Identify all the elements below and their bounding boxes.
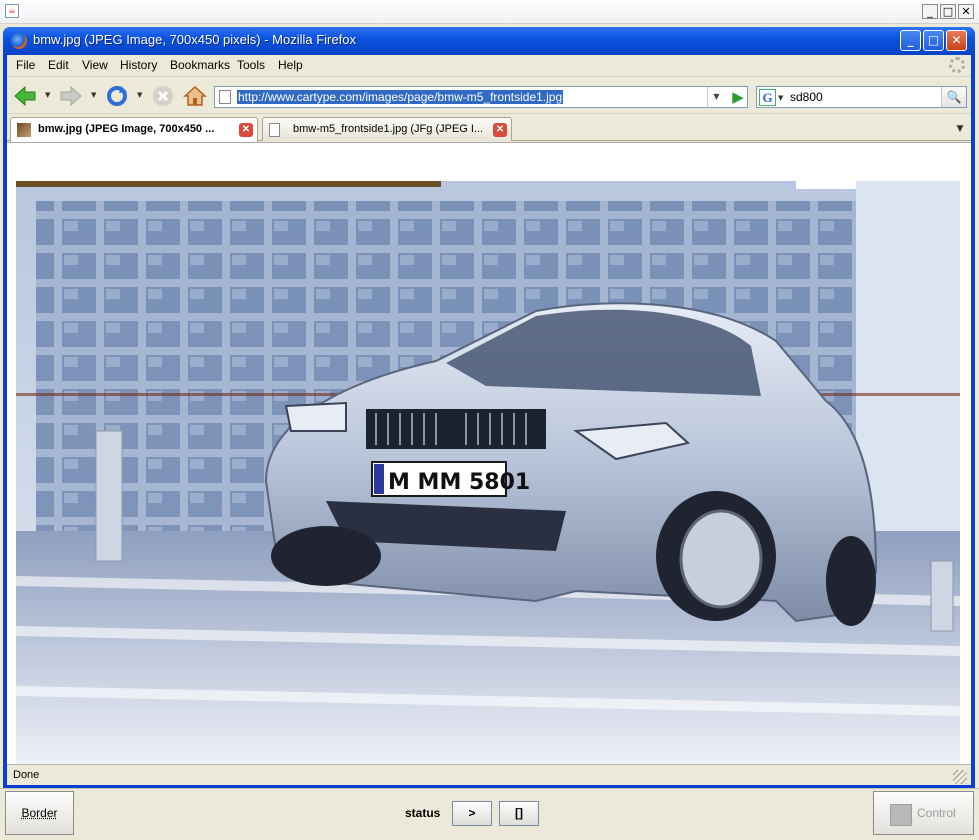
page-icon xyxy=(269,123,280,137)
url-bar[interactable]: http://www.cartype.com/images/page/bmw-m… xyxy=(214,86,748,108)
search-input[interactable]: sd800 xyxy=(790,90,823,104)
throbber-icon xyxy=(949,57,965,73)
border-button[interactable]: Border xyxy=(5,791,74,835)
status-text: Done xyxy=(13,769,40,781)
back-arrow-icon[interactable] xyxy=(13,84,37,108)
page-icon xyxy=(219,90,231,104)
go-arrow-icon[interactable]: ▶ xyxy=(729,89,747,105)
forward-arrow-icon[interactable] xyxy=(59,84,83,108)
page-content: M MM 5801 xyxy=(7,142,971,781)
maximize-button[interactable]: □ xyxy=(923,30,944,51)
menu-help[interactable]: Help xyxy=(278,58,303,72)
outer-window-titlebar: ☕ _ □ ✕ xyxy=(0,0,979,24)
home-icon[interactable] xyxy=(183,84,207,108)
minimize-button[interactable]: _ xyxy=(900,30,921,51)
search-magnifier-icon[interactable]: 🔍 xyxy=(941,87,966,107)
menu-edit[interactable]: Edit xyxy=(48,58,69,72)
window-title: bmw.jpg (JPEG Image, 700x450 pixels) - M… xyxy=(33,32,356,47)
border-button-label: Border xyxy=(21,806,58,820)
navigation-toolbar: ▼ ▼ ▼ http://www.cartype.com/images/page… xyxy=(7,78,971,114)
brackets-button[interactable]: [] xyxy=(499,801,539,826)
resize-grip-icon[interactable] xyxy=(953,770,967,784)
search-engine-dropdown-icon[interactable]: ▼ xyxy=(778,94,783,102)
close-button[interactable]: ✕ xyxy=(946,30,967,51)
outer-minimize-button[interactable]: _ xyxy=(922,4,938,19)
forward-history-dropdown-icon[interactable]: ▼ xyxy=(91,92,98,99)
tab-close-icon[interactable]: ✕ xyxy=(493,123,507,137)
tab-bmw-m5-frontside[interactable]: bmw-m5_frontside1.jpg (JFg (JPEG I... ✕ xyxy=(262,117,512,141)
menu-bar: File Edit View History Bookmarks Tools H… xyxy=(7,55,971,77)
java-icon: ☕ xyxy=(5,4,19,18)
tab-label: bmw-m5_frontside1.jpg (JFg (JPEG I... xyxy=(293,123,484,135)
image-thumbnail-icon xyxy=(17,123,31,137)
car-image: M MM 5801 xyxy=(16,181,960,781)
url-text[interactable]: http://www.cartype.com/images/page/bmw-m… xyxy=(237,90,564,104)
status-bar: Done xyxy=(7,764,971,785)
license-plate: M MM 5801 xyxy=(388,470,530,495)
menu-history[interactable]: History xyxy=(120,58,157,72)
browser-titlebar: bmw.jpg (JPEG Image, 700x450 pixels) - M… xyxy=(3,27,975,55)
browser-body: File Edit View History Bookmarks Tools H… xyxy=(7,55,971,785)
bottom-control-panel: Border status > [] Control xyxy=(0,788,979,840)
url-dropdown-icon[interactable]: ▼ xyxy=(707,87,725,107)
tab-close-icon[interactable]: ✕ xyxy=(239,123,253,137)
reload-dropdown-icon[interactable]: ▼ xyxy=(137,92,144,99)
outer-maximize-button[interactable]: □ xyxy=(940,4,956,19)
menu-bookmarks[interactable]: Bookmarks xyxy=(170,58,230,72)
outer-close-button[interactable]: ✕ xyxy=(958,4,974,19)
menu-tools[interactable]: Tools xyxy=(237,58,265,72)
status-label: status xyxy=(405,806,441,820)
tab-bmw-jpg[interactable]: bmw.jpg (JPEG Image, 700x450 ... ✕ xyxy=(10,117,258,142)
back-history-dropdown-icon[interactable]: ▼ xyxy=(45,92,52,99)
reload-icon[interactable] xyxy=(105,84,129,108)
stop-icon[interactable] xyxy=(151,84,175,108)
control-button[interactable]: Control xyxy=(873,791,974,835)
control-button-label: Control xyxy=(917,806,956,820)
search-engine-icon[interactable]: G xyxy=(759,89,776,106)
menu-view[interactable]: View xyxy=(82,58,108,72)
tab-strip: bmw.jpg (JPEG Image, 700x450 ... ✕ bmw-m… xyxy=(7,115,971,142)
browser-window: bmw.jpg (JPEG Image, 700x450 pixels) - M… xyxy=(3,27,975,788)
menu-file[interactable]: File xyxy=(16,58,35,72)
tab-list-dropdown-icon[interactable]: ▼ xyxy=(952,119,968,139)
search-bar[interactable]: G ▼ sd800 🔍 xyxy=(756,86,967,108)
next-button[interactable]: > xyxy=(452,801,492,826)
tab-label: bmw.jpg (JPEG Image, 700x450 ... xyxy=(38,123,215,135)
control-checkbox-icon xyxy=(890,804,912,826)
firefox-logo-icon xyxy=(11,33,27,49)
